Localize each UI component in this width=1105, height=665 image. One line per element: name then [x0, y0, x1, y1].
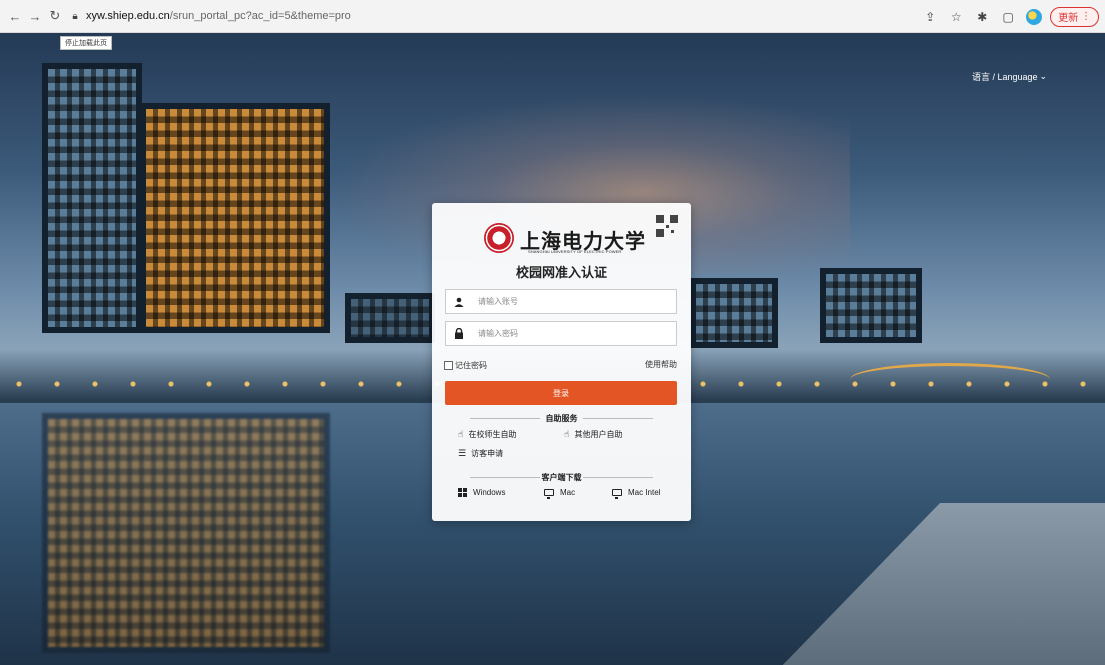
qr-code-icon[interactable]: [656, 215, 678, 237]
puzzle-icon[interactable]: ✱: [972, 7, 992, 27]
profile-avatar[interactable]: [1026, 8, 1043, 25]
list-icon: ☰: [458, 448, 467, 458]
visitor-application-link[interactable]: ☰ 访客申请: [458, 448, 503, 459]
building-left: [42, 63, 142, 333]
building-main: [140, 103, 330, 333]
other-user-self-service-link[interactable]: ☝ 其他用户自助: [564, 429, 622, 440]
remember-checkbox[interactable]: [444, 361, 453, 370]
login-button[interactable]: 登录: [445, 381, 677, 405]
browser-toolbar: ← → ↻ 🔒︎ xyw.shiep.edu.cn/srun_portal_pc…: [0, 0, 1105, 33]
chevron-down-icon: ⌄: [1039, 71, 1048, 81]
building-middle: [345, 293, 435, 343]
self-service-title: 自助服务: [545, 414, 578, 423]
language-switch[interactable]: 语言 / Language ⌄: [972, 70, 1047, 83]
password-input[interactable]: [472, 322, 676, 345]
monitor-icon: [612, 489, 622, 499]
download-mac-label: Mac: [560, 488, 576, 497]
staff-student-self-service-link[interactable]: ☝ 在校师生自助: [458, 429, 516, 440]
self-service-heading: 自助服务: [432, 413, 691, 424]
username-field[interactable]: [445, 289, 677, 314]
login-card: 上海电力大学 SHANGHAI UNIVERSITY OF ELECTRIC P…: [432, 203, 691, 521]
address-bar[interactable]: 🔒︎ xyw.shiep.edu.cn/srun_portal_pc?ac_id…: [70, 5, 351, 27]
user-icon: [446, 290, 472, 313]
share-icon[interactable]: ⇪: [920, 7, 940, 27]
download-windows-label: Windows: [473, 488, 506, 497]
reload-icon[interactable]: ↻: [46, 7, 64, 25]
help-link[interactable]: 使用帮助: [645, 359, 677, 370]
remember-label: 记住密码: [455, 361, 487, 370]
language-label: 语言 / Language: [972, 72, 1038, 82]
username-input[interactable]: [472, 290, 676, 313]
university-seal-icon: [484, 223, 514, 253]
back-arrow-icon[interactable]: ←: [6, 7, 24, 25]
monitor-icon: [544, 489, 554, 499]
url-path: /srun_portal_pc?ac_id=5&theme=pro: [169, 10, 351, 22]
windows-icon: [458, 488, 467, 497]
download-mac-intel-link[interactable]: Mac Intel: [612, 488, 661, 499]
staff-student-self-service-label: 在校师生自助: [468, 430, 517, 439]
page-title: 校园网准入认证: [515, 265, 607, 280]
building-right-low: [690, 278, 778, 348]
stop-loading-tooltip: 停止加载此页: [60, 36, 112, 50]
lock-icon[interactable]: 🔒︎: [70, 10, 80, 22]
sidepanel-icon[interactable]: ▢: [998, 7, 1018, 27]
university-english-name: SHANGHAI UNIVERSITY OF ELECTRIC POWER: [528, 249, 622, 254]
password-field[interactable]: [445, 321, 677, 346]
update-label: 更新: [1058, 13, 1079, 24]
forward-arrow-icon[interactable]: →: [26, 7, 44, 25]
university-logo: 上海电力大学 SHANGHAI UNIVERSITY OF ELECTRIC P…: [432, 211, 691, 261]
visitor-application-label: 访客申请: [471, 449, 504, 458]
building-right-tall: [820, 268, 922, 343]
other-user-self-service-label: 其他用户自助: [574, 430, 623, 439]
hand-icon: ☝: [564, 429, 570, 439]
update-button[interactable]: 更新 ⋮: [1050, 6, 1099, 27]
bridge: [850, 363, 1050, 396]
lock-icon: [446, 322, 472, 345]
download-windows-link[interactable]: Windows: [458, 488, 505, 497]
url-host: xyw.shiep.edu.cn: [86, 10, 170, 22]
client-download-heading: 客户端下载: [432, 472, 691, 483]
download-mac-link[interactable]: Mac: [544, 488, 576, 499]
hand-icon: ☝: [458, 429, 464, 439]
star-icon[interactable]: ☆: [946, 7, 966, 27]
download-mac-intel-label: Mac Intel: [628, 488, 661, 497]
client-download-title: 客户端下载: [541, 473, 582, 482]
remember-password[interactable]: 记住密码: [444, 360, 487, 371]
